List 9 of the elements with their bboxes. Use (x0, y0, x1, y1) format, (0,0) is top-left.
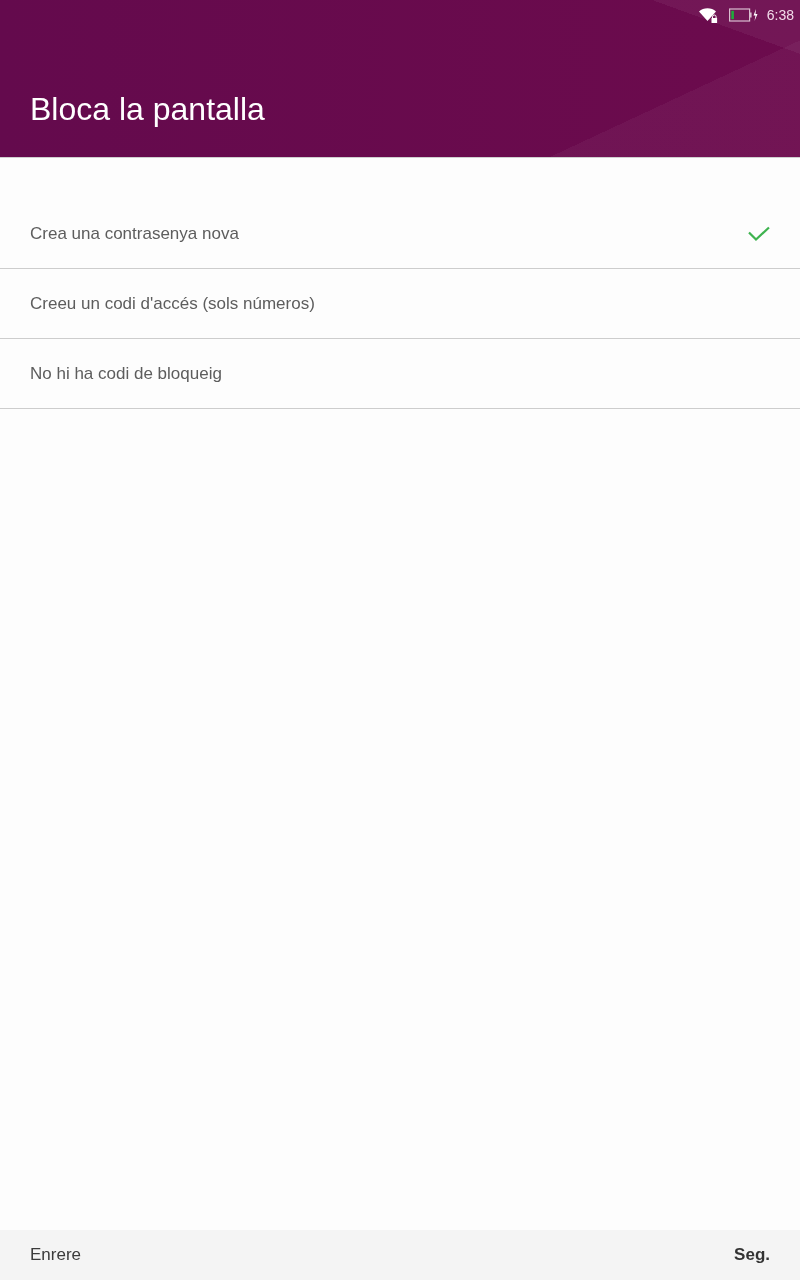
wifi-lock-icon (698, 7, 718, 23)
lock-option[interactable]: No hi ha codi de bloqueig (0, 339, 800, 409)
battery-charging-icon (728, 8, 758, 22)
back-button[interactable]: Enrere (30, 1241, 82, 1269)
status-time: 6:38 (766, 7, 794, 23)
next-button[interactable]: Seg. (734, 1241, 770, 1269)
lock-option[interactable]: Crea una contrasenya nova (0, 199, 800, 269)
page-title: Bloca la pantalla (30, 90, 265, 129)
lock-option[interactable]: Creeu un codi d'accés (sols números) (0, 269, 800, 339)
